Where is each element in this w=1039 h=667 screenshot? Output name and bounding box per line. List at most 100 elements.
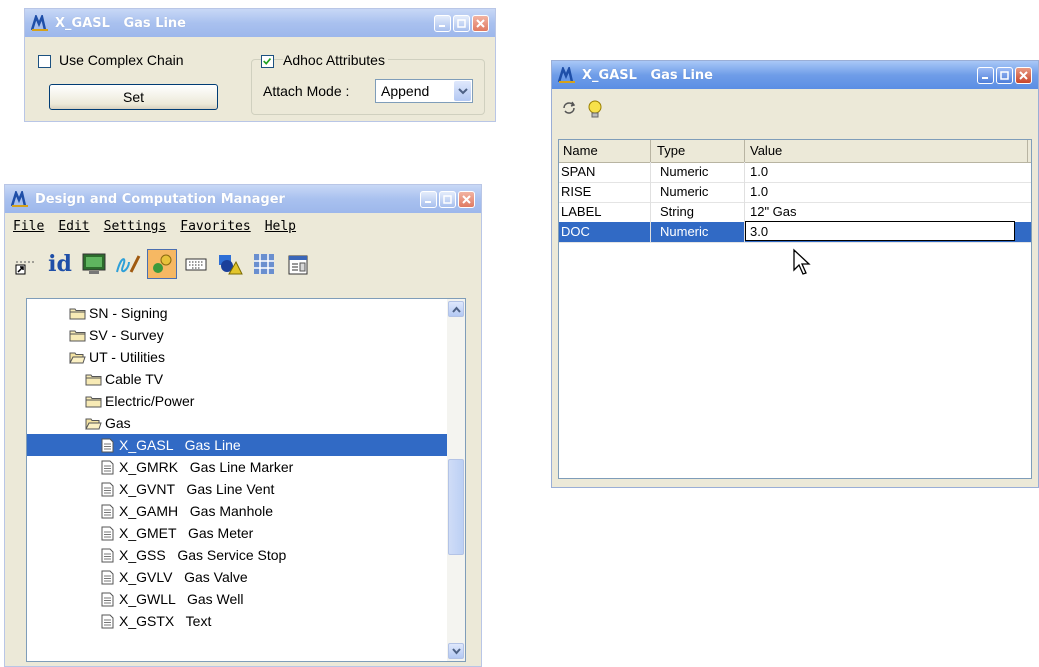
menu-edit[interactable]: Edit (58, 219, 89, 234)
column-header-name[interactable]: Name (563, 141, 598, 161)
document-icon (101, 482, 114, 497)
column-header-type[interactable]: Type (657, 141, 685, 161)
tabular-button[interactable] (249, 249, 279, 279)
monitor-button[interactable] (79, 249, 109, 279)
attach-mode-select[interactable]: Append (375, 79, 473, 103)
title-code: X_GASL (55, 15, 110, 31)
attach-mode-label: Attach Mode : (263, 83, 350, 99)
hint-icon[interactable] (586, 99, 604, 119)
scroll-down-button[interactable] (448, 643, 464, 659)
menu-bar: File Edit Settings Favorites Help (5, 213, 481, 239)
app-logo-icon (558, 67, 575, 83)
menu-help[interactable]: Help (265, 219, 296, 234)
cell-value-editor[interactable]: 3.0 (745, 221, 1015, 241)
place-point-icon (15, 261, 36, 275)
maximize-button[interactable] (439, 190, 456, 208)
tree-item[interactable]: X_GAMH Gas Manhole (101, 500, 273, 522)
maximize-icon (443, 194, 452, 204)
maximize-button[interactable] (996, 66, 1013, 84)
attach-mode-dropdown-button[interactable] (454, 81, 471, 101)
grid-header: Name Type Value (559, 140, 1031, 163)
grid-row[interactable]: RISE Numeric 1.0 (559, 182, 1031, 203)
curve-pen-button[interactable] (113, 249, 143, 279)
menu-settings[interactable]: Settings (104, 219, 167, 234)
set-button[interactable]: Set (49, 84, 218, 110)
close-button[interactable] (458, 190, 475, 208)
properties-button[interactable] (283, 249, 313, 279)
tree-item-label: X_GASL Gas Line (119, 437, 241, 453)
folder-icon (85, 374, 102, 386)
menu-file[interactable]: File (13, 219, 44, 234)
use-complex-chain-checkbox[interactable] (38, 55, 51, 68)
tree-folder[interactable]: Gas (85, 412, 131, 434)
tree-item[interactable]: X_GASL Gas Line (27, 434, 447, 456)
tree-folder[interactable]: SV - Survey (69, 324, 164, 346)
tree-item-label: X_GSTX Text (119, 613, 212, 629)
column-header-value[interactable]: Value (750, 141, 782, 161)
menu-favorites[interactable]: Favorites (180, 219, 250, 234)
document-icon (101, 592, 114, 607)
maximize-button[interactable] (453, 14, 470, 32)
close-icon (1019, 70, 1028, 80)
tree-item-label: SN - Signing (89, 305, 168, 321)
document-icon (101, 548, 114, 563)
grid-row[interactable]: SPAN Numeric 1.0 (559, 162, 1031, 183)
shapes-button[interactable] (215, 249, 245, 279)
folder-icon (69, 308, 86, 320)
minimize-button[interactable] (434, 14, 451, 32)
tree-item[interactable]: X_GVNT Gas Line Vent (101, 478, 274, 500)
folder-open-icon (85, 418, 102, 430)
tree-item[interactable]: X_GWLL Gas Well (101, 588, 243, 610)
document-icon (101, 614, 114, 629)
attach-mode-value: Append (381, 83, 430, 99)
id-button[interactable]: id (45, 249, 75, 279)
tree-item-label: X_GWLL Gas Well (119, 591, 244, 607)
tree-folder[interactable]: SN - Signing (69, 302, 168, 324)
tree-item[interactable]: X_GVLV Gas Valve (101, 566, 248, 588)
adhoc-attributes-checkbox[interactable] (261, 55, 274, 68)
tree-scrollbar[interactable] (447, 299, 465, 661)
app-logo-icon (11, 191, 28, 207)
grid-row[interactable]: LABEL String 12" Gas (559, 202, 1031, 223)
dcm-tree[interactable]: SN - Signing SV - Survey UT - Utilities Cab… (26, 298, 466, 662)
tree-item-label: X_GMET Gas Meter (119, 525, 254, 541)
tree-folder[interactable]: Electric/Power (85, 390, 194, 412)
scroll-thumb[interactable] (448, 459, 464, 555)
id-icon: id (48, 251, 72, 277)
tree-item-label: Electric/Power (105, 393, 195, 409)
attributes-grid[interactable]: Name Type Value SPAN Numeric 1.0 RISE Numeri… (558, 139, 1032, 479)
document-icon (101, 526, 114, 541)
close-button[interactable] (472, 14, 489, 32)
chevron-up-icon (451, 305, 461, 313)
tree-item[interactable]: X_GSTX Text (101, 610, 211, 632)
tree-item[interactable]: X_GMRK Gas Line Marker (101, 456, 293, 478)
grid-row[interactable]: DOC Numeric 3.0 (559, 221, 1031, 243)
place-point-button[interactable] (11, 249, 41, 279)
tree-item-label: Cable TV (105, 371, 164, 387)
minimize-button[interactable] (977, 66, 994, 84)
shapes-icon (219, 255, 243, 275)
tree-item-label: X_GSS Gas Service Stop (119, 547, 287, 563)
refresh-icon[interactable] (560, 99, 578, 117)
keyboard-button[interactable] (181, 249, 211, 279)
attach-settings-titlebar[interactable]: X_GASL Gas Line (25, 9, 495, 37)
minimize-button[interactable] (420, 190, 437, 208)
tree-item[interactable]: X_GSS Gas Service Stop (101, 544, 286, 566)
grid-toolbar (560, 99, 604, 119)
maximize-icon (1000, 70, 1009, 80)
dcm-titlebar[interactable]: Design and Computation Manager (5, 185, 481, 213)
dcm-toolbar: id (11, 243, 317, 285)
scroll-up-button[interactable] (448, 301, 464, 317)
cell-type: Numeric (660, 224, 709, 239)
close-button[interactable] (1015, 66, 1032, 84)
cell-value: 1.0 (750, 184, 769, 199)
chevron-down-icon (457, 88, 468, 95)
tree-folder[interactable]: Cable TV (85, 368, 163, 390)
curve-pen-icon (116, 255, 141, 273)
tree-item[interactable]: X_GMET Gas Meter (101, 522, 253, 544)
gas-line-titlebar[interactable]: X_GASL Gas Line (552, 61, 1038, 89)
document-icon (101, 460, 114, 475)
properties-icon (288, 255, 308, 275)
tree-folder[interactable]: UT - Utilities (69, 346, 165, 368)
computation-button[interactable] (147, 249, 177, 279)
